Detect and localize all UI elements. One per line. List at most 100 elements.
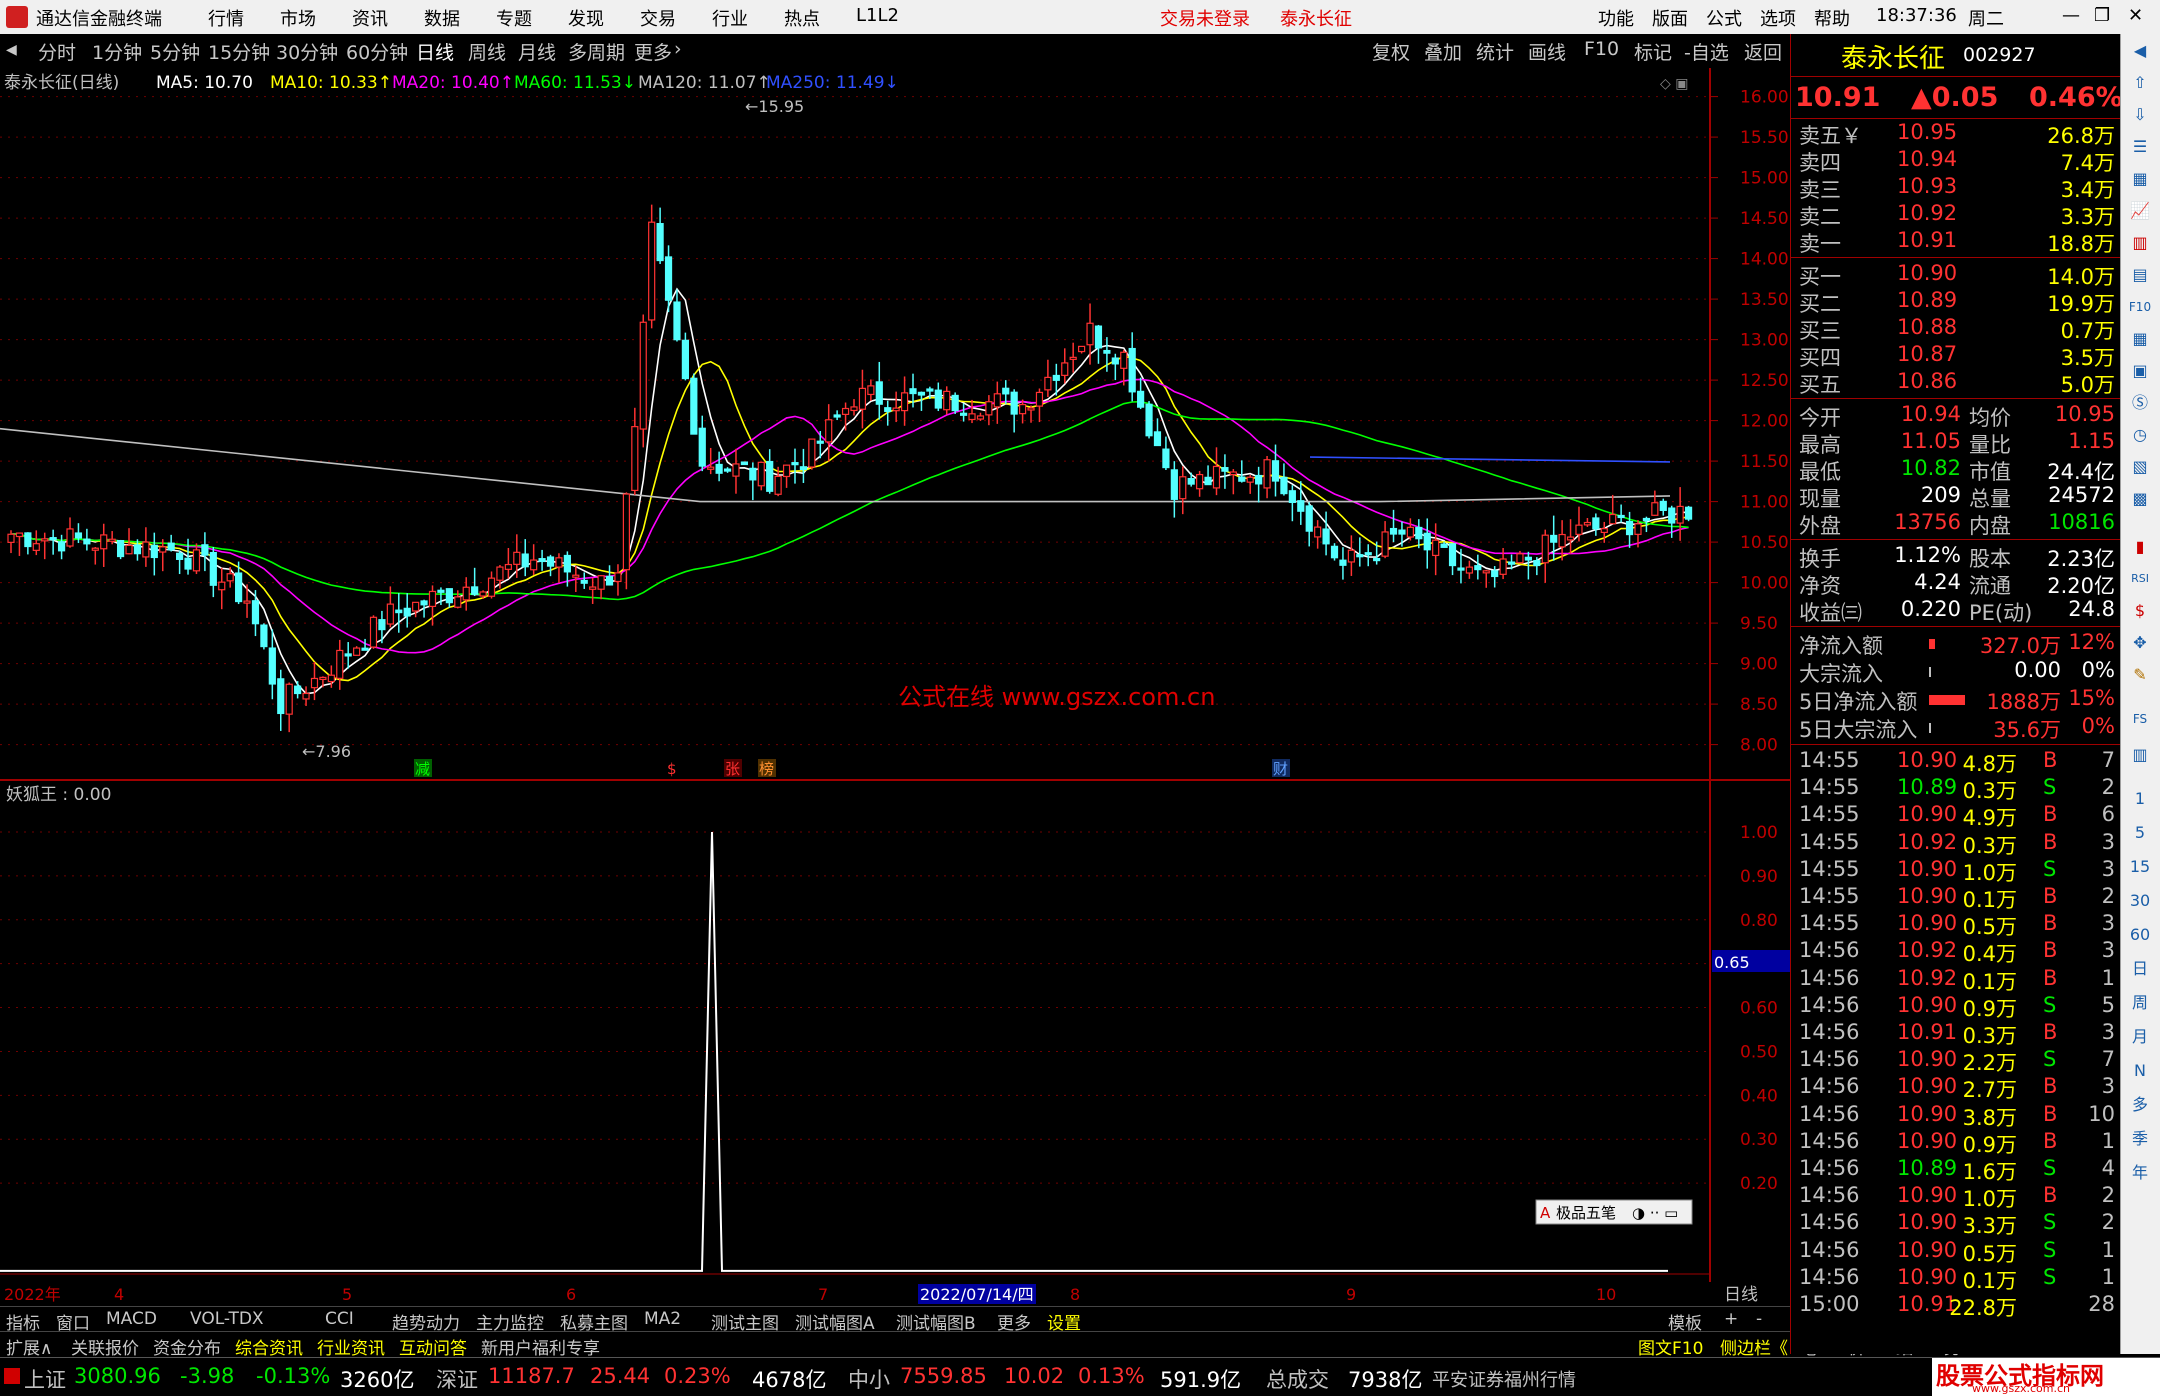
action-fuquan[interactable]: 复权: [1372, 38, 1410, 65]
fs-icon[interactable]: FS: [2127, 706, 2153, 732]
menu-item-l1l2[interactable]: L1L2: [856, 5, 899, 26]
sidebar-period[interactable]: 周: [2127, 990, 2153, 1016]
clock-icon[interactable]: ◷: [2127, 422, 2153, 448]
minimize-icon[interactable]: —: [2062, 5, 2080, 26]
menu-item-faxian[interactable]: 发现: [568, 5, 604, 31]
restore-icon[interactable]: ❐: [2094, 5, 2110, 26]
period-5min[interactable]: 5分钟: [150, 38, 200, 65]
info-tab[interactable]: 综合资讯: [235, 1334, 303, 1359]
status-sz-label[interactable]: 深证: [436, 1364, 478, 1394]
fund-icon[interactable]: Ⓢ: [2127, 390, 2153, 416]
info-tab[interactable]: 扩展∧: [6, 1334, 52, 1359]
marker-bang[interactable]: 榜: [759, 760, 774, 778]
menu-item-zhuanti[interactable]: 专题: [496, 5, 532, 31]
f10-icon[interactable]: F10: [2127, 294, 2153, 320]
kline-icon[interactable]: ▥: [2127, 230, 2153, 256]
sidebar-period[interactable]: 5: [2127, 820, 2153, 846]
menu-item-banmian[interactable]: 版面: [1652, 5, 1688, 31]
menu-item-gongshi[interactable]: 公式: [1706, 5, 1742, 31]
grid-icon[interactable]: ▦: [2127, 166, 2153, 192]
marker-dollar[interactable]: $: [667, 760, 677, 778]
menu-item-hangye[interactable]: 行业: [712, 5, 748, 31]
dollar-icon[interactable]: $: [2127, 598, 2153, 624]
action-tongji[interactable]: 统计: [1476, 38, 1514, 65]
action-diejia[interactable]: 叠加: [1424, 38, 1462, 65]
period-daily[interactable]: 日线: [416, 38, 454, 65]
chart-settings-icon[interactable]: ◇ ▣: [1660, 76, 1688, 92]
login-status[interactable]: 交易未登录: [1160, 5, 1250, 31]
sidebar-period[interactable]: 多: [2127, 1092, 2153, 1118]
sidebar-period[interactable]: 15: [2127, 854, 2153, 880]
marker-cai[interactable]: 财: [1273, 760, 1288, 778]
toolbar-menu-icon[interactable]: ◀: [6, 42, 17, 58]
status-sh-label[interactable]: 上证: [24, 1364, 66, 1394]
menu-item-hangqing[interactable]: 行情: [208, 5, 244, 31]
marker-zhang[interactable]: 张: [725, 760, 740, 778]
sidebar-period[interactable]: 30: [2127, 888, 2153, 914]
info-tab[interactable]: 资金分布: [153, 1334, 221, 1359]
sidebar-period[interactable]: 60: [2127, 922, 2153, 948]
menu-item-redian[interactable]: 热点: [784, 5, 820, 31]
calc-icon[interactable]: ▩: [2127, 486, 2153, 512]
status-zx-label[interactable]: 中小: [848, 1364, 890, 1394]
pen-icon[interactable]: ✎: [2127, 662, 2153, 688]
menu-item-bangzhu[interactable]: 帮助: [1814, 5, 1850, 31]
period-60min[interactable]: 60分钟: [346, 38, 408, 65]
menu-item-shichang[interactable]: 市场: [280, 5, 316, 31]
period-monthly[interactable]: 月线: [518, 38, 556, 65]
template-control[interactable]: -: [1756, 1309, 1762, 1329]
sidebar-collapse-icon[interactable]: ◀: [2127, 38, 2153, 64]
action-huaxian[interactable]: 画线: [1528, 38, 1566, 65]
action-f10[interactable]: F10: [1584, 38, 1619, 60]
menu-item-xuanxiang[interactable]: 选项: [1760, 5, 1796, 31]
info-tab[interactable]: 新用户福利专享: [481, 1334, 600, 1359]
sidebar-period[interactable]: 月: [2127, 1024, 2153, 1050]
action-biaoji[interactable]: 标记: [1634, 38, 1672, 65]
ime-toolbox[interactable]: A 极品五笔 ◑ ·· ▭: [1535, 1199, 1693, 1225]
template-control[interactable]: +: [1724, 1309, 1738, 1329]
level2-icon[interactable]: ▧: [2127, 454, 2153, 480]
action-fanhui[interactable]: 返回: [1744, 38, 1782, 65]
indicator-tab[interactable]: CCI: [325, 1309, 354, 1329]
indicator-tab[interactable]: MA2: [644, 1309, 681, 1329]
indicator-tab[interactable]: VOL-TDX: [190, 1309, 264, 1329]
chart-line-icon[interactable]: 📈: [2127, 198, 2153, 224]
list-icon[interactable]: ☰: [2127, 134, 2153, 160]
move-icon[interactable]: ✥: [2127, 630, 2153, 656]
rsi-icon[interactable]: RSI: [2127, 566, 2153, 592]
down-arrow-icon[interactable]: ⇩: [2127, 102, 2153, 128]
action-zixuan[interactable]: -自选: [1684, 38, 1729, 65]
indicator-tab[interactable]: MACD: [106, 1309, 157, 1329]
period-30min[interactable]: 30分钟: [276, 38, 338, 65]
up-arrow-icon[interactable]: ⇧: [2127, 70, 2153, 96]
sidebar-period[interactable]: 1: [2127, 786, 2153, 812]
doc-icon[interactable]: ▣: [2127, 358, 2153, 384]
kline-small-icon[interactable]: ▥: [2127, 742, 2153, 768]
table-icon[interactable]: ▦: [2127, 326, 2153, 352]
menu-item-zixun[interactable]: 资讯: [352, 5, 388, 31]
sidebar-period[interactable]: 日: [2127, 956, 2153, 982]
menu-item-gongneng[interactable]: 功能: [1598, 5, 1634, 31]
bars-icon[interactable]: ▮: [2127, 534, 2153, 560]
close-icon[interactable]: ✕: [2128, 5, 2143, 26]
info-tab[interactable]: 行业资讯: [317, 1334, 385, 1359]
panel-tab[interactable]: 图文F10: [1638, 1334, 1703, 1359]
period-15min[interactable]: 15分钟: [208, 38, 270, 65]
news-icon[interactable]: ▤: [2127, 262, 2153, 288]
panel-tab[interactable]: 侧边栏《: [1720, 1334, 1788, 1359]
info-tab[interactable]: 关联报价: [71, 1334, 139, 1359]
marker-jian[interactable]: 减: [415, 760, 430, 778]
period-weekly[interactable]: 周线: [468, 38, 506, 65]
period-multi[interactable]: 多周期: [568, 38, 625, 65]
menu-item-jiaoyi[interactable]: 交易: [640, 5, 676, 31]
info-tab[interactable]: 互动问答: [399, 1334, 467, 1359]
chevron-right-icon[interactable]: ›: [674, 38, 682, 60]
indicator-chart[interactable]: 1.000.900.800.700.600.500.400.300.20 妖狐王…: [0, 782, 1790, 1282]
sidebar-period[interactable]: N: [2127, 1058, 2153, 1084]
menu-item-shuju[interactable]: 数据: [424, 5, 460, 31]
sidebar-period[interactable]: 年: [2127, 1160, 2153, 1186]
sidebar-period[interactable]: 季: [2127, 1126, 2153, 1152]
main-kline-chart[interactable]: 16.00 15.50 15.00 14.50 14.00 13.50 13.00 12.50…: [0, 68, 1790, 782]
period-fenshi[interactable]: 分时: [38, 38, 76, 65]
period-more[interactable]: 更多: [634, 38, 672, 65]
